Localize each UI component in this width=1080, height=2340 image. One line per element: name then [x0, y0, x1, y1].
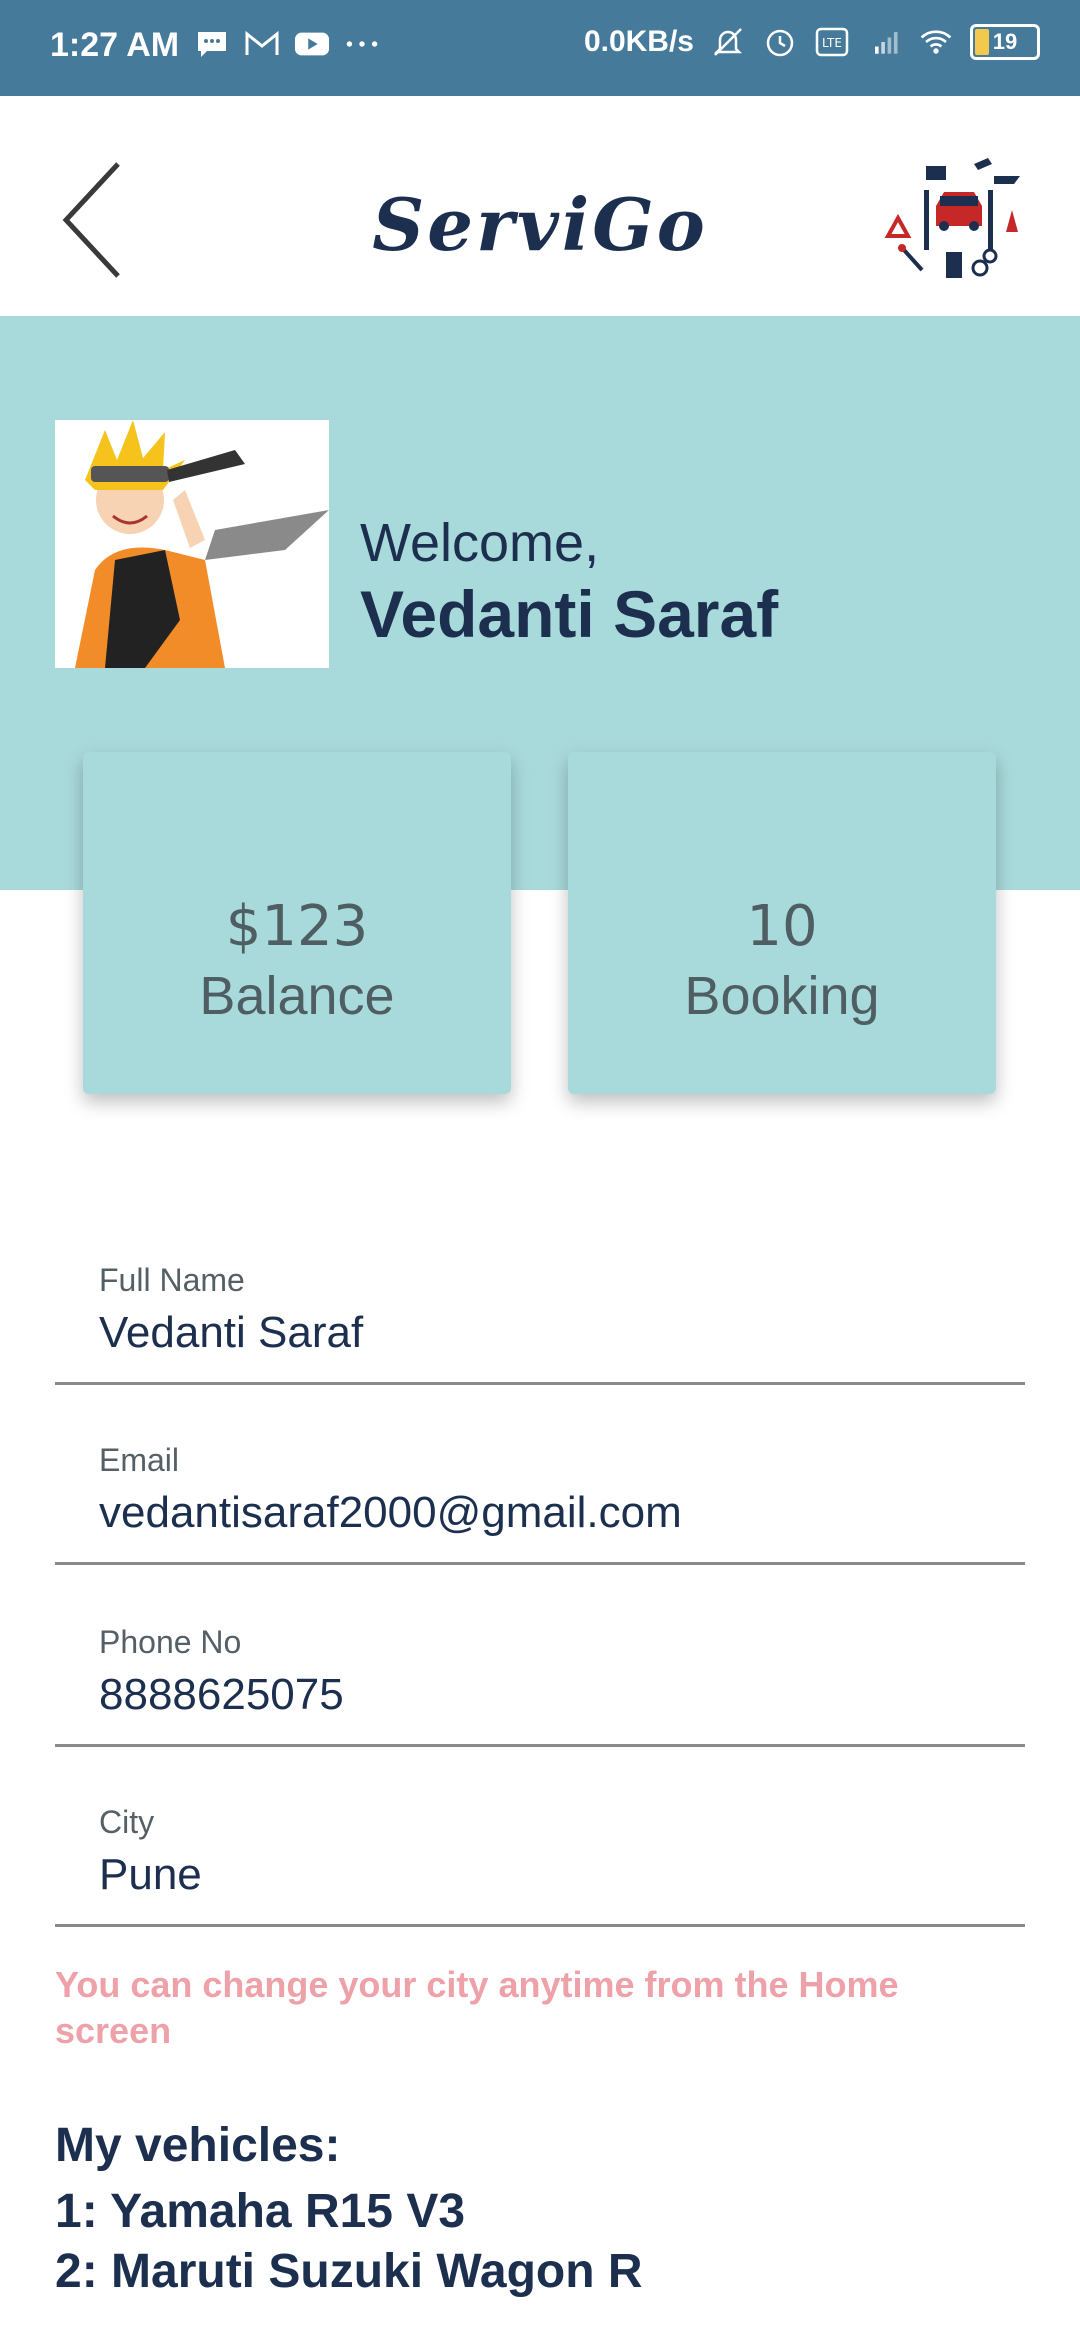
car-service-logo-icon: [884, 156, 1024, 286]
balance-value: $123: [225, 894, 369, 959]
alarm-icon: [762, 26, 798, 58]
network-speed: 0.0KB/s: [583, 25, 694, 58]
city-hint-text: You can change your city anytime from th…: [55, 1964, 899, 2051]
user-name: Vedanti Saraf: [360, 577, 779, 651]
welcome-text: Welcome,: [360, 513, 600, 573]
battery-level: 19: [992, 29, 1018, 54]
avatar: [55, 420, 329, 668]
signal-icon: [866, 26, 902, 58]
booking-label: Booking: [684, 966, 880, 1026]
vehicle-item: 1: Yamaha R15 V3: [55, 2185, 466, 2238]
mute-bell-icon: [710, 26, 746, 58]
status-system-icons: 0.0KB/s LTE 19: [584, 24, 1040, 60]
app-bar: ServiGo: [0, 96, 1080, 316]
full-name-label: Full Name: [99, 1262, 245, 1298]
anime-character-avatar: [55, 420, 329, 668]
city-input[interactable]: Pune: [99, 1850, 202, 1900]
city-label: City: [99, 1804, 155, 1840]
battery-icon: 19: [970, 24, 1040, 60]
status-bar: 1:27 AM 0.0KB/s LTE 19: [0, 0, 1080, 96]
vehicle-item: 2: Maruti Suzuki Wagon R: [55, 2245, 643, 2298]
phone-input[interactable]: 8888625075: [99, 1670, 344, 1720]
wifi-icon: [918, 26, 954, 58]
email-label: Email: [99, 1442, 180, 1478]
message-icon: [194, 28, 230, 60]
vehicles-heading: My vehicles:: [55, 2119, 341, 2172]
balance-label: Balance: [199, 966, 395, 1026]
status-notification-icons: [194, 28, 380, 60]
balance-card[interactable]: $123 Balance: [83, 752, 511, 1094]
full-name-input[interactable]: Vedanti Saraf: [99, 1308, 363, 1358]
phone-label: Phone No: [99, 1624, 242, 1660]
booking-value: 10: [746, 894, 818, 959]
full-name-field[interactable]: Full Name Vedanti Saraf: [55, 1262, 1025, 1385]
city-field[interactable]: City Pune: [55, 1804, 1025, 1927]
gmail-icon: [244, 28, 280, 60]
volte-icon: LTE: [814, 26, 850, 58]
more-dots-icon: [344, 28, 380, 60]
youtube-icon: [294, 28, 330, 60]
phone-field[interactable]: Phone No 8888625075: [55, 1624, 1025, 1747]
status-time: 1:27 AM: [50, 26, 180, 64]
booking-card[interactable]: 10 Booking: [568, 752, 996, 1094]
svg-text:LTE: LTE: [822, 36, 842, 50]
email-input[interactable]: vedantisaraf2000@gmail.com: [99, 1488, 682, 1538]
email-field[interactable]: Email vedantisaraf2000@gmail.com: [55, 1442, 1025, 1565]
